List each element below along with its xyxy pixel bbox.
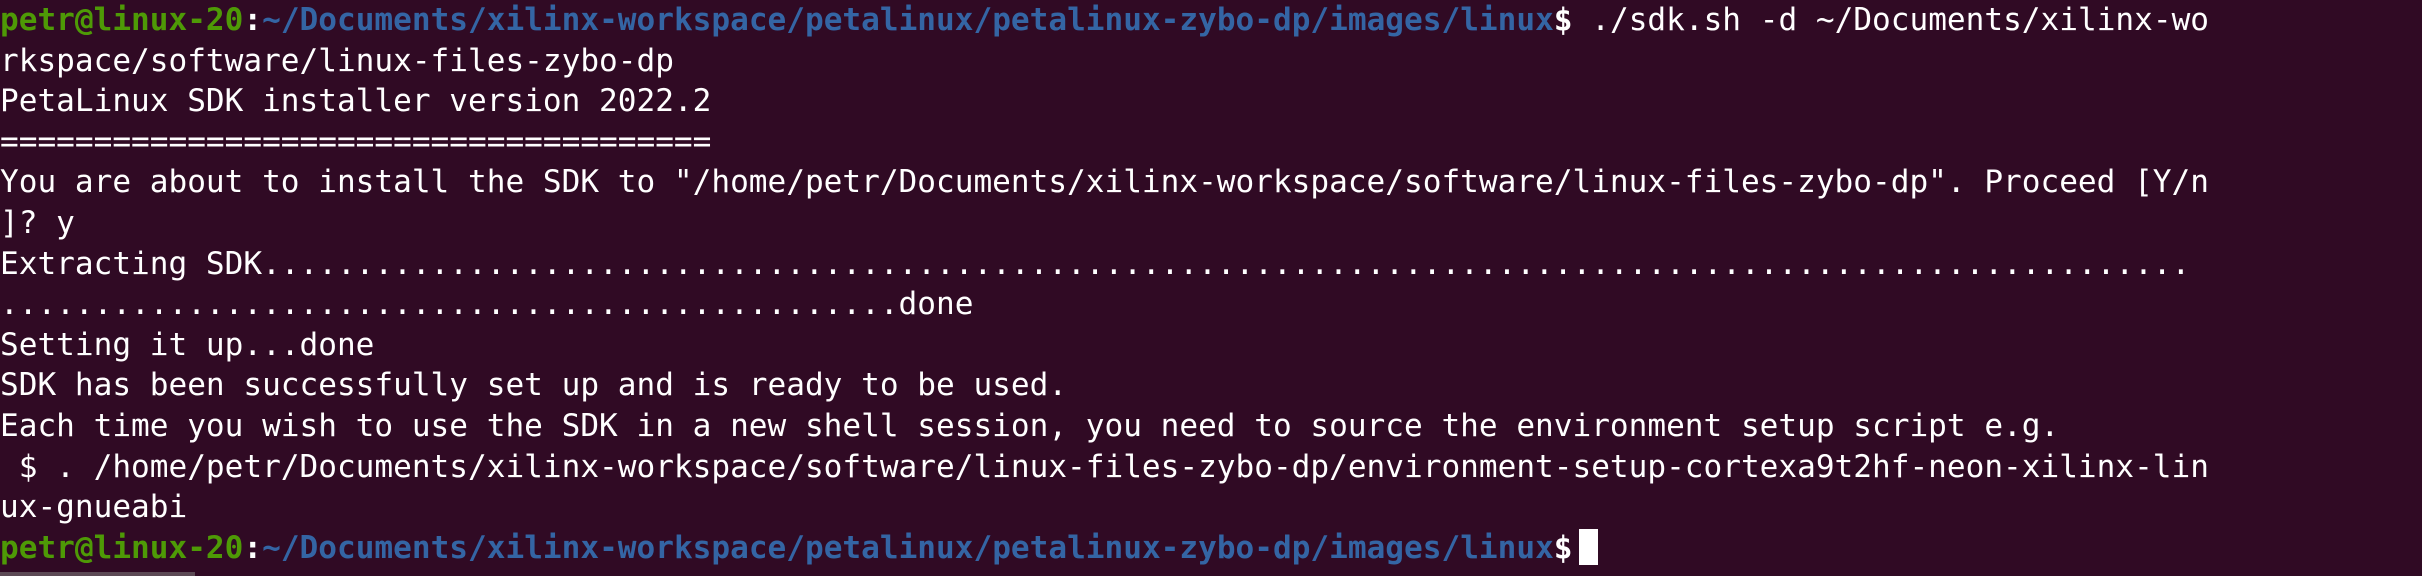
prompt-separator: : [243, 529, 263, 566]
terminal-output: petr@linux-20:~/Documents/xilinx-workspa… [0, 0, 2422, 568]
prompt-user-host: petr@linux-20 [0, 529, 244, 566]
output-line: PetaLinux SDK installer version 2022.2 [0, 83, 712, 120]
output-line: Each time you wish to use the SDK in a n… [0, 407, 2060, 444]
prompt-line: petr@linux-20:~/Documents/xilinx-workspa… [0, 0, 2422, 41]
output-line: Setting it up...done [0, 326, 375, 363]
prompt-path: ~/Documents/xilinx-workspace/petalinux/p… [262, 529, 1554, 566]
output-line: ........................................… [0, 286, 974, 323]
output-line: ]? y [0, 204, 75, 241]
prompt-dollar: $ [1553, 2, 1573, 38]
prompt-line[interactable]: petr@linux-20:~/Documents/xilinx-workspa… [0, 528, 2422, 569]
terminal-window[interactable]: petr@linux-20:~/Documents/xilinx-workspa… [0, 0, 2422, 576]
output-line: $ . /home/petr/Documents/xilinx-workspac… [0, 448, 2209, 485]
output-line: SDK has been successfully set up and is … [0, 367, 1068, 404]
prompt-user-host: petr@linux-20 [0, 2, 244, 38]
bottom-scrollbar[interactable] [0, 572, 195, 576]
prompt-path: ~/Documents/xilinx-workspace/petalinux/p… [262, 2, 1554, 38]
prompt-separator: : [243, 2, 263, 38]
output-line: You are about to install the SDK to "/ho… [0, 164, 2209, 201]
output-line: rkspace/software/linux-files-zybo-dp [0, 42, 674, 79]
text-cursor[interactable] [1578, 528, 1598, 565]
output-line: ====================================== [0, 123, 712, 160]
command-text: ./sdk.sh -d ~/Documents/xilinx-wo [1572, 2, 2210, 38]
output-line: ux-gnueabi [0, 489, 188, 526]
prompt-dollar: $ [1553, 529, 1573, 566]
output-line: Extracting SDK..........................… [0, 245, 2191, 282]
